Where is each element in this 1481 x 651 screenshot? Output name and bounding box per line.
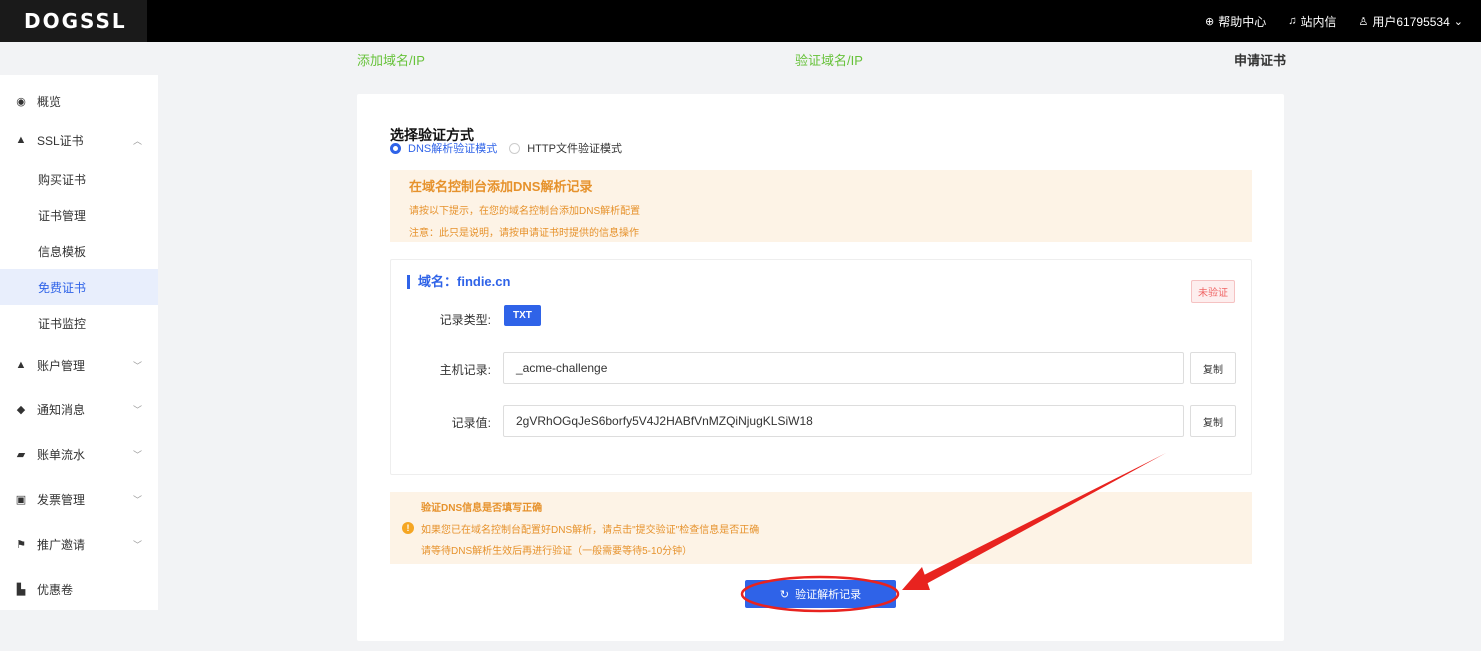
radio-dns[interactable] xyxy=(390,142,401,154)
sidebar-sub-buy[interactable]: 购买证书 xyxy=(0,161,158,197)
sidebar-item-account[interactable]: ▲ 账户管理 ﹀ xyxy=(0,347,158,383)
refresh-icon: ↻ xyxy=(779,588,790,601)
sidebar-item-coupon[interactable]: ▙ 优惠卷 xyxy=(0,571,158,607)
radio-http-label[interactable]: HTTP文件验证模式 xyxy=(527,140,622,156)
help-icon: ⊕ xyxy=(1205,15,1215,28)
sidebar-sub-label: 证书管理 xyxy=(38,208,87,223)
verify-line-1: 如果您已在域名控制台配置好DNS解析，请点击"提交验证"检查信息是否正确 xyxy=(421,525,760,536)
sidebar-item-ssl[interactable]: ▲ SSL证书 ︿ xyxy=(0,122,158,158)
sidebar-item-notify[interactable]: ◆ 通知消息 ﹀ xyxy=(0,391,158,427)
record-type-label: 记录类型: xyxy=(439,313,491,327)
bell-icon: ♫ xyxy=(1288,15,1297,27)
radio-http[interactable] xyxy=(509,142,521,154)
help-center-label: 帮助中心 xyxy=(1218,14,1267,29)
host-record-label: 主机记录: xyxy=(439,363,491,377)
step-apply-cert: 申请证书 xyxy=(1234,53,1287,68)
verify-card: 选择验证方式 DNS解析验证模式 HTTP文件验证模式 在域名控制台添加DNS解… xyxy=(357,94,1284,641)
user-icon: ♙ xyxy=(1358,15,1369,28)
logo: DOGSSL xyxy=(24,9,127,33)
sidebar-item-invoice[interactable]: ▣ 发票管理 ﹀ xyxy=(0,481,158,517)
logo-area[interactable]: DOGSSL xyxy=(0,0,147,42)
chevron-down-icon: ﹀ xyxy=(132,449,142,460)
sidebar-item-label: 发票管理 xyxy=(37,492,86,507)
chevron-down-icon: ⌄ xyxy=(1453,15,1463,28)
chevron-down-icon: ﹀ xyxy=(132,494,142,505)
verify-record-button[interactable]: ↻ 验证解析记录 xyxy=(745,580,896,608)
sidebar: ◉ 概览 ▲ SSL证书 ︿ 购买证书 证书管理 信息模板 免费证书 证书监控 … xyxy=(0,75,158,610)
record-value-field[interactable]: 2gVRhOGqJeS6borfy5V4J2HABfVnMZQiNjugKLSi… xyxy=(503,405,1184,437)
coupon-icon: ▙ xyxy=(16,583,26,596)
domain-title: 域名：findie.cn xyxy=(407,275,510,289)
verify-record-label: 验证解析记录 xyxy=(795,589,862,601)
record-value-label: 记录值: xyxy=(451,416,491,430)
bell-icon: ◆ xyxy=(16,403,26,416)
chevron-up-icon: ︿ xyxy=(132,135,142,146)
sidebar-sub-manage[interactable]: 证书管理 xyxy=(0,197,158,233)
sidebar-item-label: 优惠卷 xyxy=(37,582,74,597)
copy-host-button[interactable]: 复制 xyxy=(1190,352,1236,384)
chevron-down-icon: ﹀ xyxy=(132,539,142,550)
help-center-link[interactable]: ⊕ 帮助中心 xyxy=(1205,13,1266,30)
radio-dns-label[interactable]: DNS解析验证模式 xyxy=(408,140,497,156)
verify-hint-box: 验证DNS信息是否填写正确 ! 如果您已在域名控制台配置好DNS解析，请点击"提… xyxy=(390,492,1252,564)
sidebar-item-label: 推广邀请 xyxy=(37,537,86,552)
warning-icon: ! xyxy=(402,522,414,534)
sidebar-item-overview[interactable]: ◉ 概览 xyxy=(0,83,158,119)
bill-icon: ▰ xyxy=(16,448,26,461)
sidebar-item-label: 概览 xyxy=(37,94,62,109)
top-bar: DOGSSL ⊕ 帮助中心 ♫ 站内信 ♙ 用户61795534 ⌄ xyxy=(0,0,1481,42)
sidebar-item-promote[interactable]: ⚑ 推广邀请 ﹀ xyxy=(0,526,158,562)
sidebar-item-bill[interactable]: ▰ 账单流水 ﹀ xyxy=(0,436,158,472)
sidebar-item-label: 账户管理 xyxy=(37,358,86,373)
notice-line-1: 请按以下提示，在您的域名控制台添加DNS解析配置 xyxy=(409,206,641,217)
top-nav: ⊕ 帮助中心 ♫ 站内信 ♙ 用户61795534 ⌄ xyxy=(1205,0,1463,42)
invoice-icon: ▣ xyxy=(15,493,27,506)
sidebar-item-label: SSL证书 xyxy=(37,133,84,148)
sidebar-sub-label: 证书监控 xyxy=(38,316,87,331)
chevron-down-icon: ﹀ xyxy=(132,404,142,415)
verify-line-2: 请等待DNS解析生效后再进行验证（一般需要等待5-10分钟） xyxy=(421,546,693,557)
sidebar-sub-label: 信息模板 xyxy=(38,244,87,259)
flag-icon: ⚑ xyxy=(16,538,26,551)
inbox-link[interactable]: ♫ 站内信 xyxy=(1288,13,1336,30)
sidebar-sub-monitor[interactable]: 证书监控 xyxy=(0,305,158,341)
verify-title: 验证DNS信息是否填写正确 xyxy=(421,503,543,514)
sidebar-sub-label: 免费证书 xyxy=(38,280,87,295)
inbox-label: 站内信 xyxy=(1300,14,1337,29)
sidebar-sub-free[interactable]: 免费证书 xyxy=(0,269,158,305)
step-add-domain: 添加域名/IP xyxy=(357,53,425,68)
host-record-field[interactable]: _acme-challenge xyxy=(503,352,1184,384)
domain-record-box: 域名：findie.cn 未验证 记录类型: TXT 主机记录: _acme-c… xyxy=(390,259,1252,475)
notice-line-2: 注意：此只是说明，请按申请证书时提供的信息操作 xyxy=(409,228,639,239)
step-verify-domain: 验证域名/IP xyxy=(795,53,863,68)
user-icon: ▲ xyxy=(15,134,27,146)
method-radio-group: DNS解析验证模式 HTTP文件验证模式 xyxy=(390,140,634,156)
user-icon: ▲ xyxy=(15,359,27,371)
dns-notice: 在域名控制台添加DNS解析记录 请按以下提示，在您的域名控制台添加DNS解析配置… xyxy=(390,170,1252,242)
sidebar-item-label: 账单流水 xyxy=(37,447,86,462)
sidebar-sub-label: 购买证书 xyxy=(38,172,87,187)
status-badge: 未验证 xyxy=(1191,280,1235,303)
sidebar-sub-template[interactable]: 信息模板 xyxy=(0,233,158,269)
sidebar-item-label: 通知消息 xyxy=(37,402,86,417)
copy-value-button[interactable]: 复制 xyxy=(1190,405,1236,437)
user-name: 用户61795534 xyxy=(1372,14,1450,29)
user-menu[interactable]: ♙ 用户61795534 ⌄ xyxy=(1359,13,1464,30)
record-type-tag: TXT xyxy=(504,305,541,326)
dashboard-icon: ◉ xyxy=(16,95,26,108)
chevron-down-icon: ﹀ xyxy=(132,360,142,371)
notice-title: 在域名控制台添加DNS解析记录 xyxy=(409,179,593,194)
